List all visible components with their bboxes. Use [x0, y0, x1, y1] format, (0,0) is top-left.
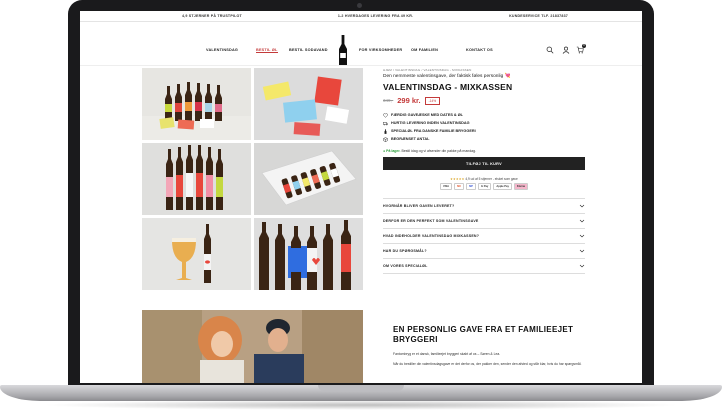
mastercard-icon: MC [454, 183, 465, 190]
accordion-item-delivery[interactable]: HVORNÅR BLIVER GAVEN LEVERET? [383, 199, 585, 214]
chevron-down-icon [579, 219, 585, 223]
story-title: EN PERSONLIG GAVE FRA ET FAMILIEEJET BRY… [393, 325, 574, 344]
rating-line: ★★★★★ 4,9 ud af 5 stjerner - elsket som … [450, 177, 518, 181]
gallery-image-valentine-labels[interactable] [142, 143, 251, 215]
product-title: VALENTINSDAG - MIXKASSEN [383, 82, 513, 92]
gallery-image-dig-mig[interactable] [254, 218, 363, 290]
chevron-down-icon [579, 204, 585, 208]
chevron-down-icon [579, 264, 585, 268]
story-paragraph: Når du bestiller din valentinsdagsgave e… [393, 362, 582, 366]
trustpilot-text[interactable]: 4,9 STJERNER PÅ TRUSTPILOT [182, 14, 242, 18]
feature-item: BEGRÆNSET ANTAL [383, 135, 585, 143]
product-gallery [142, 68, 363, 290]
cart-count-badge: 0 [582, 44, 586, 48]
gallery-image-glass-and-bottle[interactable] [142, 218, 251, 290]
add-to-cart-button[interactable]: TILFØJ TIL KURV [383, 157, 585, 170]
visa-icon: VISA [440, 183, 453, 190]
gallery-image-date-cards[interactable] [254, 68, 363, 140]
search-icon[interactable] [546, 46, 554, 54]
nav-item-virksomheder[interactable]: FOR VIRKSOMHEDER [359, 48, 402, 52]
feature-item: HURTIG LEVERING INDEN VALENTINSDAG [383, 119, 585, 127]
klarna-icon: Klarna [513, 183, 528, 190]
truck-icon [383, 121, 388, 125]
price-row: 349,- 299 kr. -14% [383, 96, 585, 105]
nav-item-kontakt[interactable]: KONTAKT OS [466, 48, 493, 52]
nav-item-bestil-ol[interactable]: BESTIL ØL [256, 48, 278, 53]
story-paragraph: Fantombryg er et dansk, familieejet bryg… [393, 352, 501, 356]
laptop-mockup: 4,9 STJERNER PÅ TRUSTPILOT 1-2 HVERDAGES… [0, 0, 722, 420]
main-nav: VALENTINSDAG BESTIL ØL BESTIL SODAVAND F… [80, 22, 642, 66]
gallery-image-giftbox[interactable] [254, 143, 363, 215]
discount-badge: -14% [424, 96, 441, 105]
bottle-icon [384, 128, 387, 134]
account-icon[interactable] [562, 46, 570, 54]
stock-status: ● På lager. Bestil idag og vi afsender d… [383, 149, 477, 153]
laptop-shadow [40, 400, 682, 410]
delivery-text: 1-2 HVERDAGES LEVERING FRA 49 KR. [337, 14, 414, 18]
mobilepay-icon: MP [466, 183, 476, 190]
chevron-down-icon [579, 234, 585, 238]
camera-icon [357, 3, 362, 8]
accordion-item-contents[interactable]: HVAD INDEHOLDER VALENTINSDAG MIXKASSEN? [383, 229, 585, 244]
product-subtitle: Den nemmeste valentinsgave, der faktisk … [383, 74, 511, 79]
googlepay-icon: G Pay [478, 183, 492, 190]
chevron-down-icon [579, 249, 585, 253]
box-icon [383, 136, 388, 142]
star-rating-icon: ★★★★★ [450, 177, 465, 181]
nav-item-bestil-sodavand[interactable]: BESTIL SODAVAND [289, 48, 328, 52]
feature-item: SPECIALØL FRA DANSKE FAMILIE BRYGGERI [383, 127, 585, 135]
accordion-item-questions[interactable]: HAR DU SPØRGSMÅL? [383, 244, 585, 259]
accordion-item-perfect-gift[interactable]: DERFOR ER DEN PERFEKT SOM VALENTINSGAVE [383, 214, 585, 229]
faq-accordion: HVORNÅR BLIVER GAVEN LEVERET? DERFOR ER … [383, 198, 585, 274]
applepay-icon: Apple Pay [493, 183, 512, 190]
payment-methods: VISA MC MP G Pay Apple Pay Klarna [383, 183, 585, 190]
brand-story: EN PERSONLIG GAVE FRA ET FAMILIEEJET BRY… [393, 325, 593, 367]
browser-screen: 4,9 STJERNER PÅ TRUSTPILOT 1-2 HVERDAGES… [80, 11, 642, 383]
current-price: 299 kr. [397, 96, 421, 105]
breadcrumb[interactable]: HJEM / VALENTINSDAG / VALENTINSDAG - MIX… [383, 68, 585, 72]
gallery-image-bottles-lineup[interactable] [142, 68, 251, 140]
announcement-bar: 4,9 STJERNER PÅ TRUSTPILOT 1-2 HVERDAGES… [80, 11, 642, 22]
product-info: HJEM / VALENTINSDAG / VALENTINSDAG - MIX… [383, 68, 585, 274]
brand-logo-bottle[interactable] [338, 35, 348, 65]
feature-list: FÆRDIG GAVEÆSKE MED DATES & ØL HURTIG LE… [383, 111, 585, 143]
stock-dot-icon: ● [383, 149, 386, 153]
feature-item: FÆRDIG GAVEÆSKE MED DATES & ØL [383, 111, 585, 119]
nav-item-om-familien[interactable]: OM FAMILIEN [411, 48, 438, 52]
family-photo [142, 310, 363, 383]
old-price: 349,- [383, 98, 394, 103]
laptop-notch [318, 385, 404, 391]
customer-service-text[interactable]: KUNDESERVICE TLF. 21837837 [509, 14, 568, 18]
accordion-item-specialty-beer[interactable]: OM VORES SPECIALØL [383, 259, 585, 274]
heart-icon [383, 112, 388, 118]
nav-item-valentinsdag[interactable]: VALENTINSDAG [206, 48, 238, 52]
